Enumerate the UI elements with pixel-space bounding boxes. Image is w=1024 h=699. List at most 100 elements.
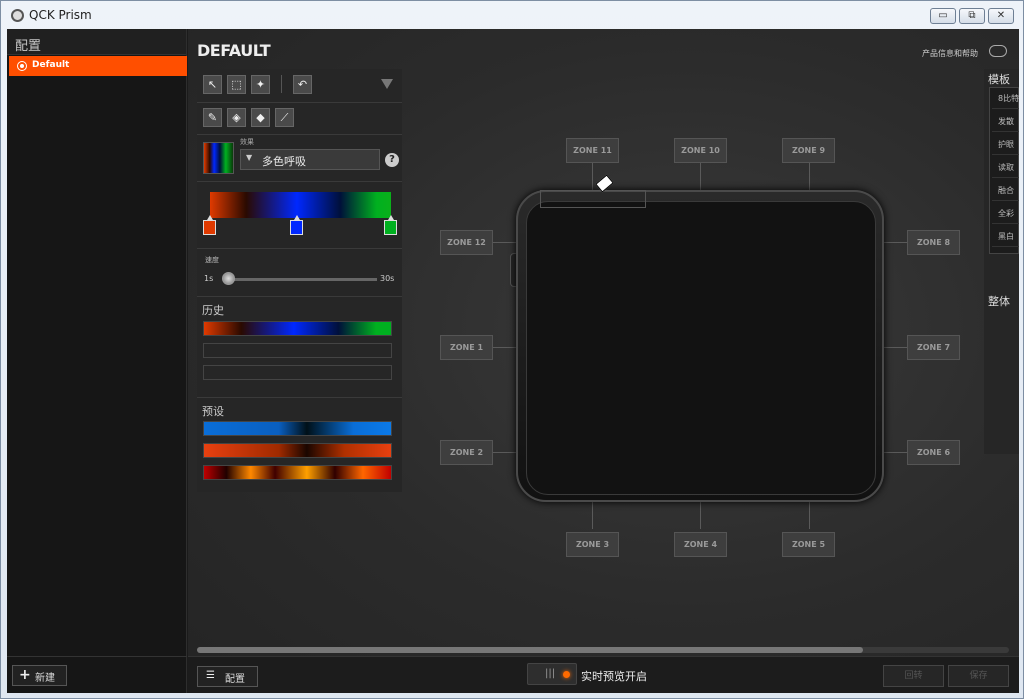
revert-button[interactable]: 回转 xyxy=(883,665,944,687)
zone-6-button[interactable]: ZONE 6 xyxy=(907,440,960,465)
maximize-button[interactable]: ⧉ xyxy=(959,8,985,24)
effect-label: 效果 xyxy=(240,138,254,146)
horizontal-scrollbar[interactable] xyxy=(197,647,1009,653)
title-bar: QCK Prism ▭ ⧉ ✕ xyxy=(1,1,1023,29)
config-button[interactable]: ☰ 配置 xyxy=(197,666,258,687)
template-item[interactable]: 黑白 xyxy=(992,226,1019,247)
magic-wand-tool-icon[interactable]: ✦ xyxy=(251,75,270,94)
zone-9-button[interactable]: ZONE 9 xyxy=(782,138,835,163)
template-item[interactable]: 8比特 xyxy=(992,88,1019,109)
effect-preview-swatch xyxy=(203,142,234,174)
brush-tool-icon[interactable]: ✎ xyxy=(203,108,222,127)
selection-marquee xyxy=(540,190,646,208)
new-config-label: 新建 xyxy=(35,673,55,684)
zone-connector xyxy=(809,163,810,191)
scrollbar-thumb[interactable] xyxy=(197,647,863,653)
zone-connector xyxy=(493,242,517,243)
eraser-tool-icon[interactable]: ◆ xyxy=(251,108,270,127)
speed-slider-knob[interactable] xyxy=(222,272,235,285)
config-button-label: 配置 xyxy=(225,674,245,685)
radio-selected-icon xyxy=(17,61,27,71)
new-config-button[interactable]: + 新建 xyxy=(12,665,67,686)
client-area: 配置 Default + 新建 DEFAULT 产品信息和帮助 ↖ ⬚ ✦ ↶ … xyxy=(7,29,1019,693)
zone-10-button[interactable]: ZONE 10 xyxy=(674,138,727,163)
zone-4-button[interactable]: ZONE 4 xyxy=(674,532,727,557)
help-link[interactable]: 产品信息和帮助 xyxy=(922,48,978,59)
effect-section: 效果 ▼ 多色呼吸 ? xyxy=(197,135,402,182)
zone-connector xyxy=(809,501,810,529)
zone-2-button[interactable]: ZONE 2 xyxy=(440,440,493,465)
gradient-bar[interactable] xyxy=(210,192,391,218)
plus-icon: + xyxy=(19,667,31,683)
template-item[interactable]: 全彩 xyxy=(992,203,1019,224)
app-window: QCK Prism ▭ ⧉ ✕ 配置 Default + 新建 DEFAULT … xyxy=(0,0,1024,699)
effect-value: 多色呼吸 xyxy=(262,155,306,168)
gradient-stop-handle[interactable] xyxy=(289,215,303,235)
help-cloud-icon[interactable] xyxy=(989,45,1007,57)
template-item[interactable]: 护眼 xyxy=(992,134,1019,155)
preset-swatch-orange[interactable] xyxy=(203,443,392,458)
effect-dropdown[interactable]: ▼ 多色呼吸 xyxy=(240,149,380,170)
eyedropper-tool-icon[interactable]: ⟋ xyxy=(275,108,294,127)
history-label: 历史 xyxy=(202,304,224,317)
template-list: 8比特 发散 护眼 读取 融合 全彩 黑白 xyxy=(989,87,1019,254)
save-button[interactable]: 保存 xyxy=(948,665,1009,687)
history-swatch-1[interactable] xyxy=(203,321,392,336)
template-item[interactable]: 读取 xyxy=(992,157,1019,178)
zone-7-button[interactable]: ZONE 7 xyxy=(907,335,960,360)
zone-11-button[interactable]: ZONE 11 xyxy=(566,138,619,163)
window-title: QCK Prism xyxy=(29,8,92,22)
page-title: DEFAULT xyxy=(197,41,271,60)
zone-5-button[interactable]: ZONE 5 xyxy=(782,532,835,557)
mousepad-surface[interactable] xyxy=(526,201,876,495)
zone-connector xyxy=(493,452,517,453)
close-button[interactable]: ✕ xyxy=(988,8,1014,24)
list-icon: ☰ xyxy=(206,670,215,681)
effect-help-icon[interactable]: ? xyxy=(385,153,399,167)
zone-1-button[interactable]: ZONE 1 xyxy=(440,335,493,360)
zone-connector xyxy=(883,242,907,243)
grip-icon: ||| xyxy=(545,668,556,679)
speed-label: 速度 xyxy=(205,256,219,264)
template-item[interactable]: 发散 xyxy=(992,111,1019,132)
zone-connector xyxy=(700,501,701,529)
led-on-icon xyxy=(563,671,570,678)
marquee-tool-icon[interactable]: ⬚ xyxy=(227,75,246,94)
config-sidebar: 配置 Default + 新建 xyxy=(7,29,187,693)
pointer-tool-icon[interactable]: ↖ xyxy=(203,75,222,94)
speed-max-label: 30s xyxy=(380,274,395,283)
sidebar-footer: + 新建 xyxy=(7,656,187,693)
sidebar-item-default[interactable]: Default xyxy=(9,56,187,76)
template-item[interactable]: 融合 xyxy=(992,180,1019,201)
gradient-section xyxy=(197,182,402,249)
zone-12-button[interactable]: ZONE 12 xyxy=(440,230,493,255)
zone-8-button[interactable]: ZONE 8 xyxy=(907,230,960,255)
live-preview-toggle[interactable]: ||| xyxy=(527,663,577,685)
overall-title: 整体 xyxy=(988,295,1010,308)
app-logo-icon xyxy=(11,9,24,22)
sidebar-item-label: Default xyxy=(32,60,70,70)
history-swatch-2[interactable] xyxy=(203,343,392,358)
minimize-button[interactable]: ▭ xyxy=(930,8,956,24)
history-swatch-3[interactable] xyxy=(203,365,392,380)
preset-swatch-fire[interactable] xyxy=(203,465,392,480)
preset-swatch-blue[interactable] xyxy=(203,421,392,436)
tool-row-2: ✎ ◈ ◆ ⟋ xyxy=(197,103,402,135)
collapse-triangle-icon[interactable] xyxy=(381,79,393,89)
main-area: DEFAULT 产品信息和帮助 ↖ ⬚ ✦ ↶ ✎ ◈ ◆ ⟋ 效果 ▼ 多色呼… xyxy=(188,29,1019,693)
zone-3-button[interactable]: ZONE 3 xyxy=(566,532,619,557)
gradient-stop-handle[interactable] xyxy=(384,215,397,235)
footer-bar: ☰ 配置 ||| 实时预览开启 回转 保存 xyxy=(188,656,1019,693)
zone-connector xyxy=(883,452,907,453)
history-section: 历史 xyxy=(197,297,402,398)
sidebar-header: 配置 xyxy=(7,29,186,55)
tool-row-1: ↖ ⬚ ✦ ↶ xyxy=(197,69,402,103)
undo-icon[interactable]: ↶ xyxy=(293,75,312,94)
dropdown-arrow-icon: ▼ xyxy=(246,153,253,162)
speed-slider-track[interactable] xyxy=(228,278,377,281)
zone-connector xyxy=(700,163,701,191)
gradient-stop-handle[interactable] xyxy=(203,215,216,235)
speed-min-label: 1s xyxy=(204,274,214,283)
zone-connector xyxy=(493,347,517,348)
fill-bucket-tool-icon[interactable]: ◈ xyxy=(227,108,246,127)
